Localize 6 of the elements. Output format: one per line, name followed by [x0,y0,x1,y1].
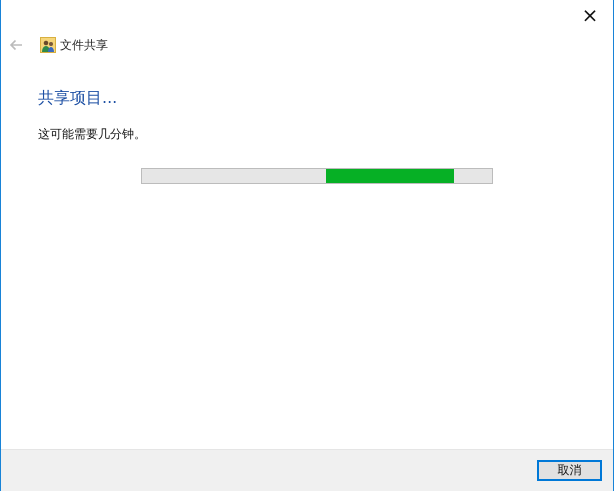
cancel-button[interactable]: 取消 [537,460,602,481]
people-folder-icon [40,37,56,53]
status-message: 这可能需要几分钟。 [38,126,147,143]
close-button[interactable]: × [567,0,613,30]
heading: 共享项目... [38,88,118,109]
window-title: 文件共享 [60,36,108,54]
